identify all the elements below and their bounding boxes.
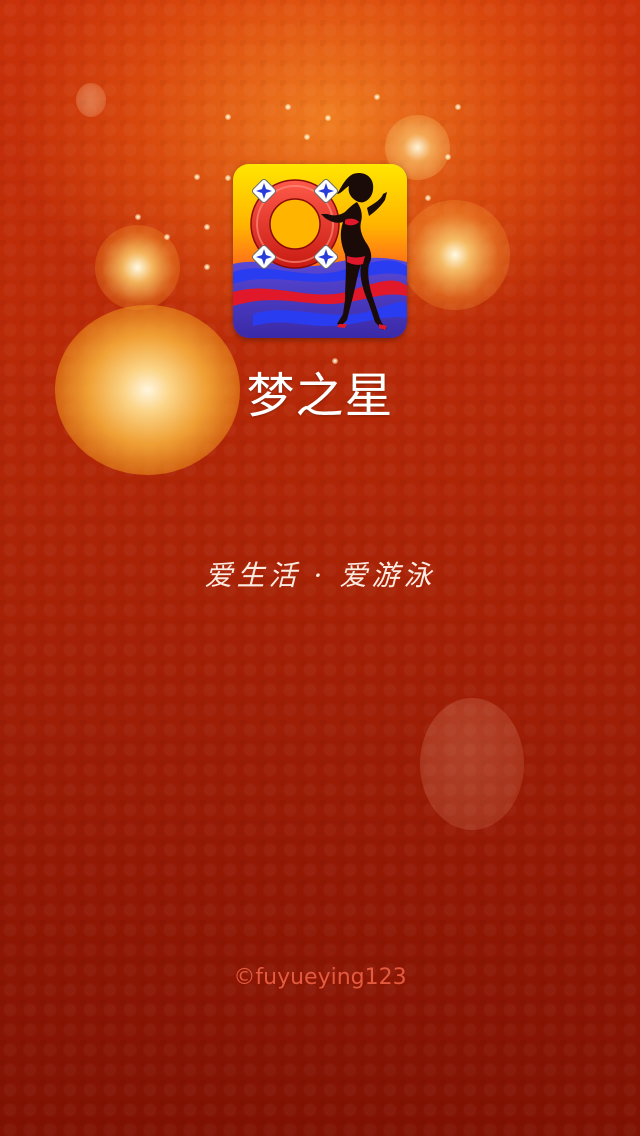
sparkle [135, 214, 141, 220]
sparkle [455, 104, 461, 110]
copyright-text: ©fuyueying123 [233, 965, 407, 990]
sparkle [425, 195, 431, 201]
sparkle [225, 175, 231, 181]
sparkle [204, 264, 210, 270]
sparkle [225, 114, 231, 120]
sparkle [445, 154, 451, 160]
sparkle [164, 234, 170, 240]
slogan: 爱生活 · 爱游泳 [204, 559, 436, 592]
sparkle [325, 115, 331, 121]
sparkle [285, 104, 291, 110]
sparkle [194, 174, 200, 180]
sparkle [304, 134, 310, 140]
lifebuoy-swimmer-icon [233, 164, 407, 338]
sparkle [204, 224, 210, 230]
splash-screen: 梦之星 爱生活 · 爱游泳 ©fuyueying123 [0, 0, 640, 1136]
app-name: 梦之星 [246, 368, 394, 424]
app-icon [233, 164, 407, 338]
sparkle [374, 94, 380, 100]
